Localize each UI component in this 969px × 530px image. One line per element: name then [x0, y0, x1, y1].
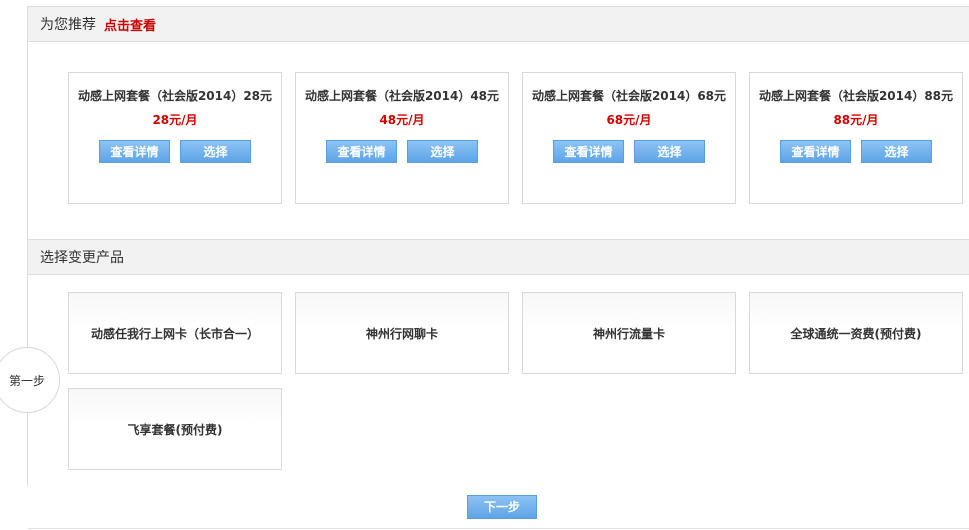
select-button[interactable]: 选择 [180, 140, 251, 163]
plan-price: 28元/月 [152, 113, 198, 127]
product-card[interactable]: 神州行流量卡 [522, 292, 736, 374]
product-card[interactable]: 动感任我行上网卡（长市合一） [68, 292, 282, 374]
select-button[interactable]: 选择 [634, 140, 705, 163]
next-step-button[interactable]: 下一步 [467, 495, 537, 519]
plan-card: 动感上网套餐（社会版2014）68元 68元/月 查看详情 选择 [522, 72, 736, 204]
view-link[interactable]: 点击查看 [104, 15, 156, 34]
products-title: 选择变更产品 [40, 250, 124, 266]
plan-card: 动感上网套餐（社会版2014）88元 88元/月 查看详情 选择 [749, 72, 963, 204]
view-details-button[interactable]: 查看详情 [780, 140, 851, 163]
view-details-button[interactable]: 查看详情 [553, 140, 624, 163]
product-card[interactable]: 飞享套餐(预付费) [68, 388, 282, 470]
divider [28, 528, 969, 529]
plan-name: 动感上网套餐（社会版2014）48元 [304, 89, 500, 103]
view-details-button[interactable]: 查看详情 [99, 140, 170, 163]
select-button[interactable]: 选择 [861, 140, 932, 163]
step-label: 第一步 [8, 373, 45, 388]
plan-name: 动感上网套餐（社会版2014）68元 [531, 89, 727, 103]
plan-price: 48元/月 [379, 113, 425, 127]
plan-price: 88元/月 [833, 113, 879, 127]
plan-price: 68元/月 [606, 113, 652, 127]
plan-name: 动感上网套餐（社会版2014）28元 [77, 89, 273, 103]
plan-card: 动感上网套餐（社会版2014）48元 48元/月 查看详情 选择 [295, 72, 509, 204]
recommend-header: 为您推荐 点击查看 [28, 6, 969, 42]
view-details-button[interactable]: 查看详情 [326, 140, 397, 163]
step-indicator: 第一步 [0, 347, 60, 413]
plan-name: 动感上网套餐（社会版2014）88元 [758, 89, 954, 103]
plan-card: 动感上网套餐（社会版2014）28元 28元/月 查看详情 选择 [68, 72, 282, 204]
select-button[interactable]: 选择 [407, 140, 478, 163]
product-card[interactable]: 全球通统一资费(预付费) [749, 292, 963, 374]
products-header: 选择变更产品 [28, 239, 969, 275]
recommend-title: 为您推荐 [40, 17, 96, 33]
product-card[interactable]: 神州行网聊卡 [295, 292, 509, 374]
